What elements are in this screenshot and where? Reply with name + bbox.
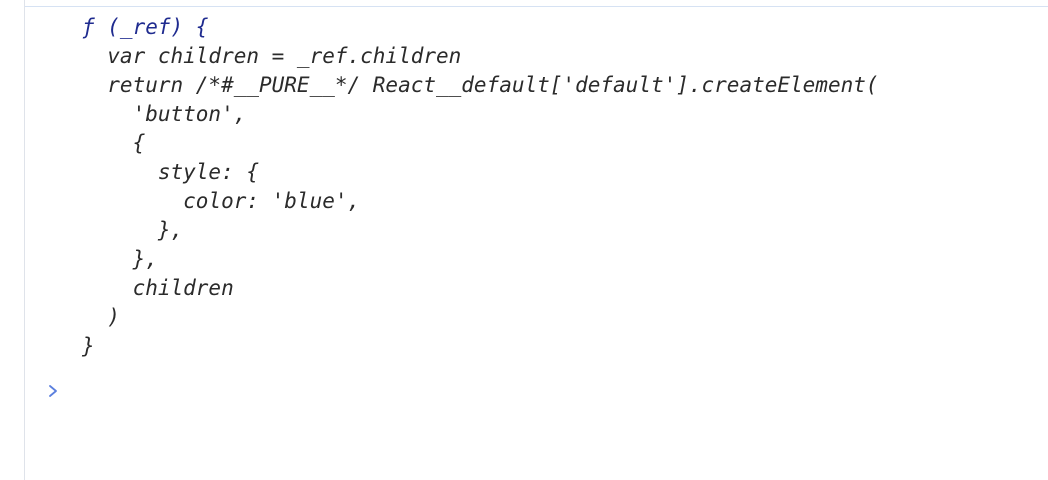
- code-line: {: [82, 131, 146, 155]
- code-line: style: {: [82, 160, 260, 184]
- code-line: },: [82, 218, 184, 242]
- code-line: color: 'blue',: [82, 189, 361, 213]
- code-line: var children = _ref.children: [82, 44, 462, 68]
- console-panel: ƒ (_ref) { var children = _ref.children …: [0, 0, 1048, 480]
- console-input[interactable]: [68, 378, 1044, 404]
- code-line: ƒ (_ref) {: [82, 15, 209, 39]
- console-message-divider: [25, 6, 1048, 7]
- code-line: children: [82, 276, 234, 300]
- code-line: return /*#__PURE__*/ React__default['def…: [82, 73, 879, 97]
- console-left-border: [24, 0, 25, 480]
- code-line: ): [82, 305, 120, 329]
- code-line: }: [82, 334, 95, 358]
- code-line: 'button',: [82, 102, 247, 126]
- chevron-right-icon: [44, 378, 62, 404]
- code-line: },: [82, 247, 158, 271]
- console-prompt[interactable]: [44, 378, 1044, 404]
- console-function-output[interactable]: ƒ (_ref) { var children = _ref.children …: [82, 13, 879, 361]
